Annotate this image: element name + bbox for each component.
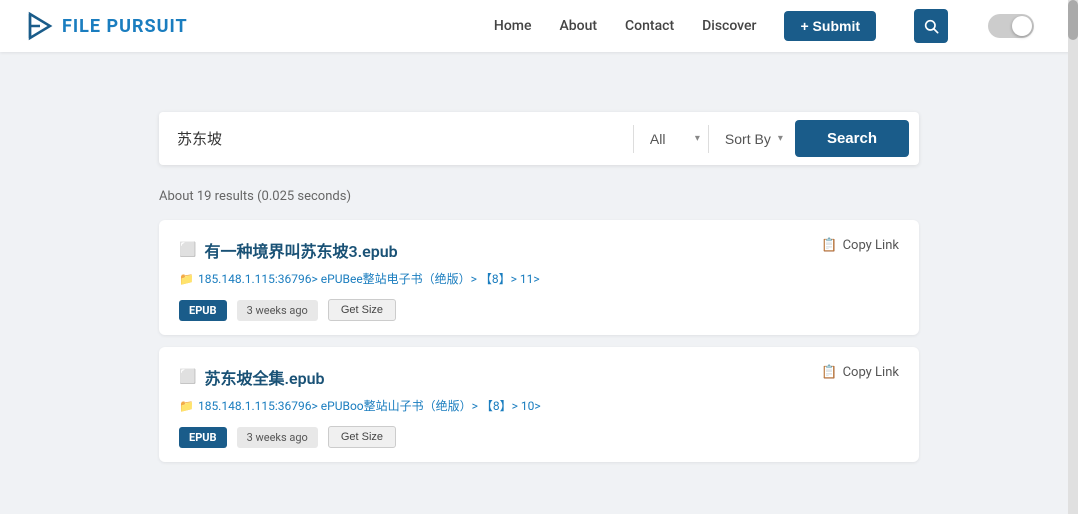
card-main: ⬜ 有一种境界叫苏东坡3.epub 📁 185.148.1.115:36796>… [179,238,821,321]
get-size-button[interactable]: Get Size [328,299,396,321]
copy-icon: 📋 [821,365,837,380]
epub-badge: EPUB [179,427,227,448]
copy-link-label: Copy Link [843,238,899,253]
time-badge: 3 weeks ago [237,427,318,448]
copy-link-button[interactable]: 📋 Copy Link [821,238,899,253]
result-path-text: 185.148.1.115:36796> ePUBoo整站山子书（绝版）> 【8… [198,397,541,414]
toggle-knob [1012,16,1032,36]
result-path: 📁 185.148.1.115:36796> ePUBoo整站山子书（绝版）> … [179,397,821,414]
file-icon: ⬜ [179,369,196,385]
result-actions: EPUB 3 weeks ago Get Size [179,426,821,448]
result-card: ⬜ 苏东坡全集.epub 📁 185.148.1.115:36796> ePUB… [159,347,919,462]
nav-about[interactable]: About [560,18,598,34]
result-title: ⬜ 苏东坡全集.epub [179,365,821,389]
results-info: About 19 results (0.025 seconds) [159,189,919,204]
card-row: ⬜ 苏东坡全集.epub 📁 185.148.1.115:36796> ePUB… [179,365,899,448]
brand-logo-icon [24,10,56,42]
brand-logo[interactable]: FILE PURSUIT [24,10,188,42]
result-title: ⬜ 有一种境界叫苏东坡3.epub [179,238,821,262]
search-divider-2 [708,125,709,153]
result-path-text: 185.148.1.115:36796> ePUBee整站电子书（绝版）> 【8… [198,270,540,287]
search-bar: All EPUB PDF DOC ▾ Sort By Newest Oldest… [159,112,919,165]
navbar: FILE PURSUIT Home About Contact Discover… [0,0,1078,52]
sortby-dropdown[interactable]: Sort By Newest Oldest [717,127,780,151]
nav-home[interactable]: Home [494,18,532,34]
filter-dropdown-wrapper: All EPUB PDF DOC ▾ [638,127,704,151]
filter-dropdown[interactable]: All EPUB PDF DOC [642,127,697,151]
scrollbar[interactable] [1068,0,1078,514]
search-button[interactable]: Search [795,120,909,157]
brand-text: FILE PURSUIT [62,16,188,37]
navbar-search-button[interactable] [914,9,948,43]
copy-link-button[interactable]: 📋 Copy Link [821,365,899,380]
dark-mode-toggle[interactable] [988,14,1034,38]
submit-button[interactable]: + Submit [784,11,876,41]
file-icon: ⬜ [179,242,196,258]
result-card: ⬜ 有一种境界叫苏东坡3.epub 📁 185.148.1.115:36796>… [159,220,919,335]
folder-icon: 📁 [179,272,194,286]
nav-discover[interactable]: Discover [702,18,756,34]
scrollbar-thumb[interactable] [1068,0,1078,40]
result-title-text: 有一种境界叫苏东坡3.epub [204,238,397,262]
folder-icon: 📁 [179,399,194,413]
copy-icon: 📋 [821,238,837,253]
get-size-button[interactable]: Get Size [328,426,396,448]
time-badge: 3 weeks ago [237,300,318,321]
result-actions: EPUB 3 weeks ago Get Size [179,299,821,321]
search-divider [633,125,634,153]
nav-contact[interactable]: Contact [625,18,674,34]
sortby-dropdown-wrapper: Sort By Newest Oldest ▾ [713,127,787,151]
card-row: ⬜ 有一种境界叫苏东坡3.epub 📁 185.148.1.115:36796>… [179,238,899,321]
search-input[interactable] [169,126,629,151]
main-nav: Home About Contact Discover + Submit [494,9,1034,43]
main-content: All EPUB PDF DOC ▾ Sort By Newest Oldest… [139,52,939,494]
card-main: ⬜ 苏东坡全集.epub 📁 185.148.1.115:36796> ePUB… [179,365,821,448]
search-icon [923,18,939,34]
copy-link-label: Copy Link [843,365,899,380]
epub-badge: EPUB [179,300,227,321]
result-title-text: 苏东坡全集.epub [204,365,324,389]
result-path: 📁 185.148.1.115:36796> ePUBee整站电子书（绝版）> … [179,270,821,287]
